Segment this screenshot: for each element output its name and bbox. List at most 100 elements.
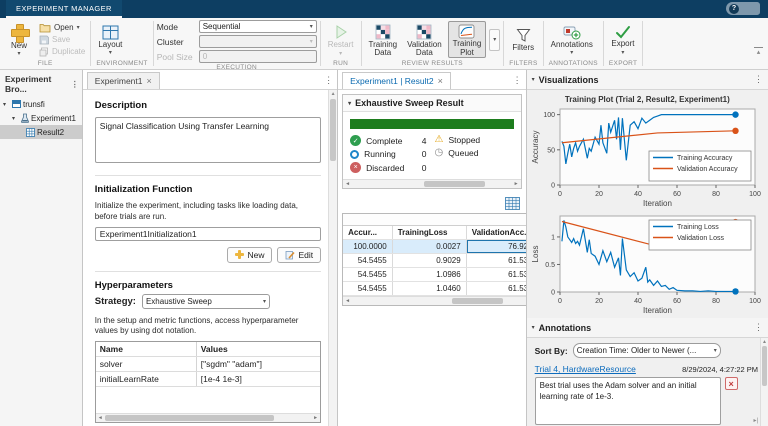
col-header-accuracy[interactable]: Accur...	[343, 226, 393, 239]
export-button[interactable]: Export ▾	[607, 23, 639, 56]
annotations-button[interactable]: Annotations ▾	[547, 23, 597, 57]
collapse-ribbon-button[interactable]: ▴	[754, 47, 763, 56]
cell-trainingloss[interactable]: 1.0986	[393, 268, 467, 281]
kebab-menu-icon[interactable]: ⋮	[324, 75, 337, 86]
table-row[interactable]: 54.5455 1.0460 61.53	[343, 282, 526, 296]
collapse-icon[interactable]: ▾	[532, 76, 535, 83]
review-results-dropdown-button[interactable]: ▾	[489, 29, 500, 51]
save-button[interactable]: Save	[37, 35, 87, 45]
pool-size-input[interactable]: 0	[199, 50, 317, 63]
data-grid-icon	[375, 24, 391, 40]
cell-trainingloss[interactable]: 1.0460	[393, 282, 467, 295]
delete-annotation-button[interactable]: ×	[725, 377, 738, 390]
vertical-scrollbar[interactable]: ▲	[328, 90, 337, 426]
cell-name[interactable]: initialLearnRate	[96, 372, 197, 386]
scroll-left-icon[interactable]: ◄	[96, 415, 105, 421]
col-header-trainingloss[interactable]: TrainingLoss	[393, 226, 467, 239]
strategy-select[interactable]: Exhaustive Sweep ▾	[142, 294, 270, 309]
kebab-menu-icon[interactable]: ⋮	[754, 322, 763, 333]
layout-button[interactable]: Layout ▾	[94, 23, 126, 57]
cell-name[interactable]: solver	[96, 357, 197, 371]
cell-trainingloss[interactable]: 0.9029	[393, 254, 467, 267]
table-row[interactable]: 100.0000 0.0027 76.92	[343, 240, 526, 254]
ribbon-tab-experiment-manager[interactable]: EXPERIMENT MANAGER	[6, 0, 122, 18]
col-header-validationaccuracy[interactable]: ValidationAcc...	[467, 226, 526, 239]
collapse-icon[interactable]: ▾	[532, 324, 535, 331]
scrollbar-thumb[interactable]	[330, 99, 336, 161]
scrollbar-thumb[interactable]	[105, 415, 274, 421]
col-header-values[interactable]: Values	[197, 342, 320, 356]
annotation-text-input[interactable]: Best trial uses the Adam solver and an i…	[535, 377, 721, 425]
init-new-button[interactable]: New	[227, 247, 272, 263]
table-row[interactable]: initialLearnRate [1e-4 1e-3]	[96, 372, 320, 387]
init-edit-button[interactable]: Edit	[277, 247, 321, 263]
table-columns-icon[interactable]	[505, 197, 520, 210]
scroll-up-icon[interactable]: ▲	[761, 338, 768, 345]
cell-accuracy[interactable]: 54.5455	[343, 282, 393, 295]
restart-button[interactable]: Restart ▾	[324, 22, 358, 57]
accuracy-chart: 020406080100050100IterationAccuracyTrain…	[530, 104, 765, 211]
dock-icon[interactable]: ▸|	[753, 417, 758, 424]
kebab-menu-icon[interactable]: ⋮	[71, 80, 79, 89]
initialization-function-input[interactable]: Experiment1Initialization1	[95, 227, 321, 241]
tab-experiment1[interactable]: Experiment1 ×	[87, 72, 160, 89]
cell-accuracy[interactable]: 54.5455	[343, 254, 393, 267]
sweep-result-header[interactable]: ▾ Exhaustive Sweep Result	[343, 95, 521, 112]
cell-validationaccuracy[interactable]: 61.53	[467, 282, 526, 295]
tree-item-result[interactable]: Result2	[0, 125, 82, 139]
experiment-manager-app: EXPERIMENT MANAGER ? New ▾ Open ▾	[0, 0, 768, 426]
collapse-icon[interactable]: ▾	[348, 100, 351, 107]
annotation-trial-link[interactable]: Trial 4, HardwareResource	[535, 364, 636, 374]
close-icon[interactable]: ×	[147, 76, 152, 86]
vertical-scrollbar[interactable]: ▲	[760, 338, 768, 426]
cell-values[interactable]: [1e-4 1e-3]	[197, 372, 320, 386]
chevron-down-icon: ▾	[109, 50, 112, 56]
kebab-menu-icon[interactable]: ⋮	[754, 74, 763, 85]
scroll-up-icon[interactable]: ▲	[329, 90, 337, 97]
cluster-select[interactable]: ▾	[199, 35, 317, 48]
scroll-left-icon[interactable]: ◄	[343, 181, 352, 187]
filters-button[interactable]: Filters	[507, 26, 539, 52]
scroll-left-icon[interactable]: ◄	[343, 298, 352, 304]
cell-validationaccuracy[interactable]: 76.92	[467, 240, 526, 253]
mode-select[interactable]: Sequential ▾	[199, 20, 317, 33]
tree-expand-icon[interactable]: ▾	[12, 115, 19, 122]
sort-by-select[interactable]: Creation Time: Older to Newer (... ▾	[573, 343, 721, 358]
training-data-button[interactable]: Training Data	[365, 22, 402, 58]
tree-item-project[interactable]: ▾ trunsfi	[0, 97, 82, 111]
scrollbar-thumb[interactable]	[762, 346, 767, 386]
horizontal-scrollbar[interactable]: ◄ ►	[343, 296, 526, 305]
cell-accuracy[interactable]: 54.5455	[343, 268, 393, 281]
validation-data-button[interactable]: Validation Data	[403, 22, 446, 58]
scroll-right-icon[interactable]: ►	[524, 298, 526, 304]
kebab-menu-icon[interactable]: ⋮	[513, 75, 526, 86]
visualizations-header[interactable]: ▾ Visualizations ⋮	[527, 70, 768, 90]
cell-trainingloss[interactable]: 0.0027	[393, 240, 467, 253]
training-plot-button[interactable]: Training Plot	[448, 21, 487, 58]
open-button[interactable]: Open ▾	[37, 23, 87, 33]
cell-values[interactable]: ["sgdm" "adam"]	[197, 357, 320, 371]
horizontal-scrollbar[interactable]: ◄ ►	[96, 413, 320, 422]
tab-experiment1-result2[interactable]: Experiment1 | Result2 ×	[342, 72, 451, 89]
scrollbar-thumb[interactable]	[452, 298, 504, 304]
col-header-name[interactable]: Name	[96, 342, 197, 356]
cell-validationaccuracy[interactable]: 61.53	[467, 254, 526, 267]
cell-validationaccuracy[interactable]: 61.53	[467, 268, 526, 281]
help-button[interactable]: ?	[726, 2, 760, 15]
section-label-review-results: REVIEW RESULTS	[365, 59, 501, 69]
scroll-right-icon[interactable]: ►	[311, 415, 320, 421]
cell-accuracy[interactable]: 100.0000	[343, 240, 393, 253]
annotations-header[interactable]: ▾ Annotations ⋮	[527, 318, 768, 338]
new-button[interactable]: New ▾	[3, 22, 35, 58]
scroll-right-icon[interactable]: ►	[512, 181, 521, 187]
description-input[interactable]: Signal Classification Using Transfer Lea…	[95, 117, 321, 163]
horizontal-scrollbar[interactable]: ◄ ►	[343, 179, 521, 188]
table-row[interactable]: 54.5455 1.0986 61.53	[343, 268, 526, 282]
scrollbar-thumb[interactable]	[424, 181, 485, 187]
table-row[interactable]: solver ["sgdm" "adam"]	[96, 357, 320, 372]
tree-expand-icon[interactable]: ▾	[3, 101, 10, 108]
duplicate-button[interactable]: Duplicate	[37, 47, 87, 57]
table-row[interactable]: 54.5455 0.9029 61.53	[343, 254, 526, 268]
tree-item-experiment[interactable]: ▾ Experiment1	[0, 111, 82, 125]
close-icon[interactable]: ×	[438, 76, 443, 86]
